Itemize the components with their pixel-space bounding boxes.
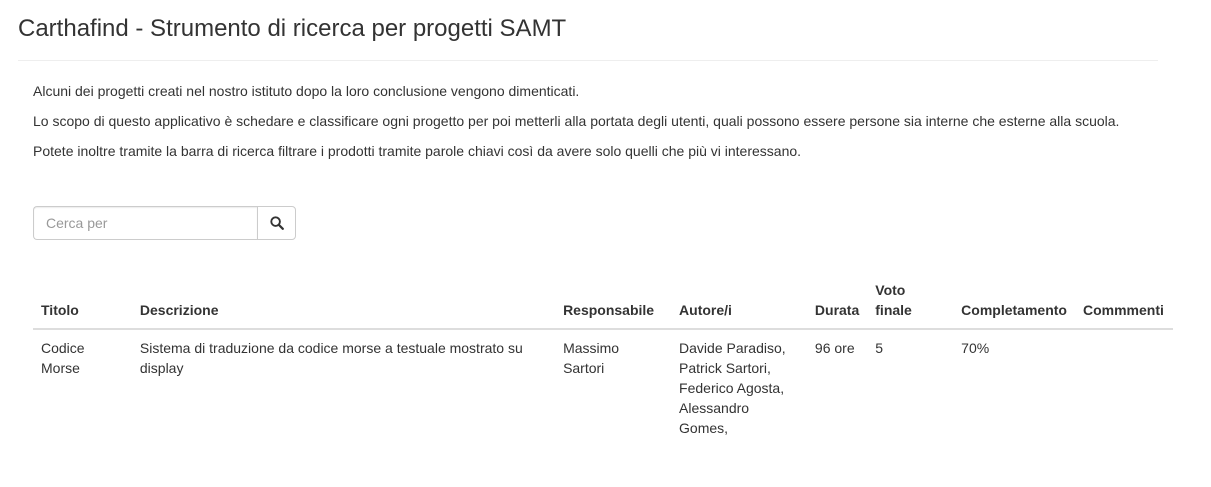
column-header-completamento[interactable]: Completamento (953, 280, 1075, 330)
column-header-durata[interactable]: Durata (806, 280, 868, 330)
column-header-autori[interactable]: Autore/i (671, 280, 807, 330)
cell-autori: Davide Paradiso, Patrick Sartori, Federi… (679, 340, 786, 436)
cell-titolo: Codice Morse (41, 340, 85, 376)
search-icon (269, 216, 284, 230)
cell-responsabile: Massimo Sartori (563, 340, 620, 376)
column-header-responsabile[interactable]: Responsabile (555, 280, 672, 330)
cell-durata: 96 ore (814, 340, 855, 356)
column-header-voto-finale[interactable]: Voto finale (867, 280, 954, 330)
table-header-row: Titolo Descrizione Responsabile Autore/i… (33, 280, 1173, 330)
intro-text-1: Alcuni dei progetti creati nel nostro is… (33, 83, 580, 99)
column-header-commenti[interactable]: Commmenti (1074, 280, 1173, 330)
column-header-titolo[interactable]: Titolo (33, 280, 132, 330)
projects-table: Titolo Descrizione Responsabile Autore/i… (33, 280, 1173, 446)
search-input[interactable] (33, 206, 257, 240)
search-group (33, 206, 296, 240)
page-title: Carthafind - Strumento di ricerca per pr… (18, 15, 567, 42)
cell-commenti (1075, 329, 1173, 446)
cell-voto-finale: 5 (875, 340, 884, 356)
header-divider (18, 60, 1158, 61)
column-header-descrizione[interactable]: Descrizione (131, 280, 556, 330)
intro-text-3: Potete inoltre tramite la barra di ricer… (33, 143, 802, 159)
intro-text-2: Lo scopo di questo applicativo è schedar… (33, 113, 1120, 129)
table-row[interactable]: Codice Morse Sistema di traduzione da co… (33, 329, 1173, 446)
search-button[interactable] (257, 206, 296, 240)
cell-descrizione: Sistema di traduzione da codice morse a … (139, 340, 523, 376)
cell-completamento: 70% (961, 340, 990, 356)
